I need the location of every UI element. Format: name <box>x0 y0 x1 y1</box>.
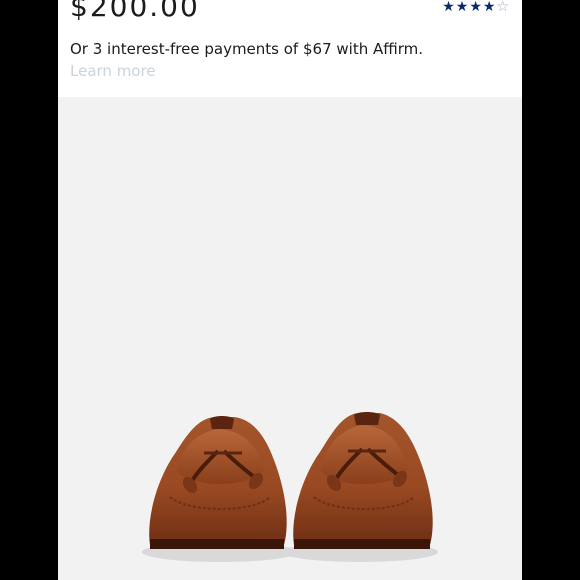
star-rating[interactable]: ★★★★☆ <box>442 0 510 15</box>
affirm-payment-text: Or 3 interest-free payments of $67 with … <box>70 40 424 58</box>
product-panel: $200.00 ★★★★☆ Or 3 interest-free payment… <box>58 0 522 580</box>
star-filled-icon: ★ <box>455 0 470 15</box>
left-loafer <box>142 416 298 562</box>
learn-more-link[interactable]: Learn more <box>70 62 156 80</box>
star-filled-icon: ★ <box>469 0 483 15</box>
loafers-image <box>142 412 438 562</box>
right-loafer <box>282 412 438 562</box>
product-image[interactable] <box>58 97 522 580</box>
star-filled-icon: ★ <box>442 0 456 15</box>
product-price: $200.00 <box>70 0 200 23</box>
star-empty-icon: ☆ <box>496 0 510 15</box>
star-filled-icon: ★ <box>482 0 497 15</box>
